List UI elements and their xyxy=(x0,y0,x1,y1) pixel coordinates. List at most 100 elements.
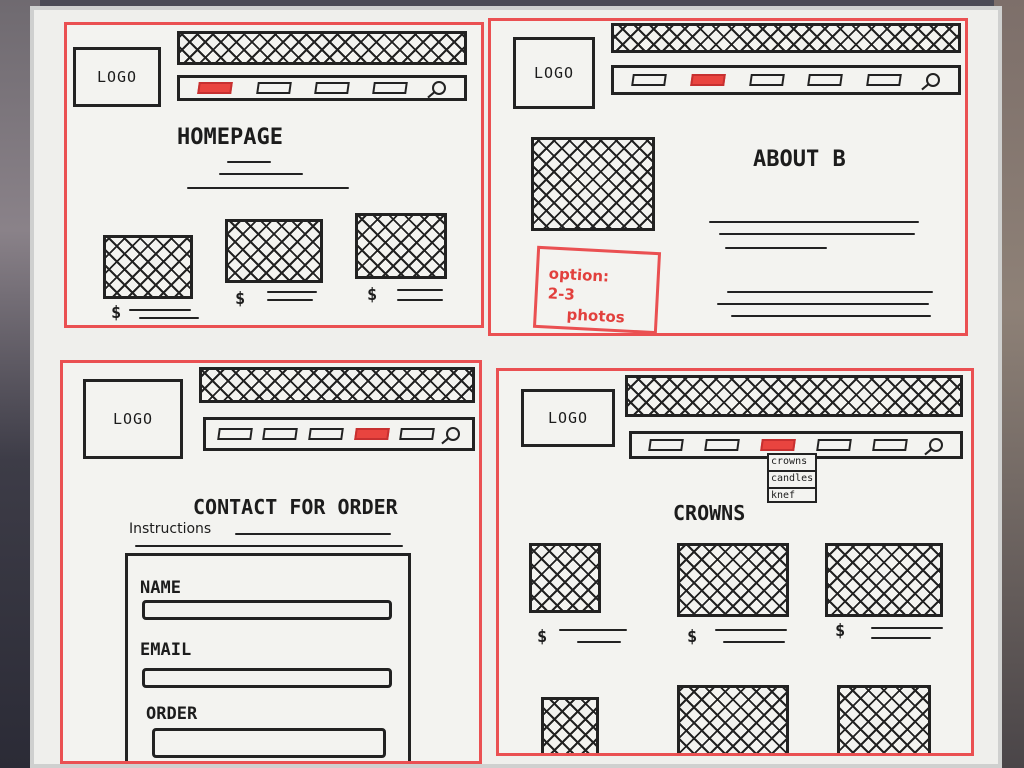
order-label: ORDER xyxy=(146,704,198,724)
banner-image-placeholder xyxy=(611,23,961,53)
nav-tab-2[interactable] xyxy=(255,82,292,94)
nav-tab-1[interactable] xyxy=(216,428,253,440)
product-image-placeholder[interactable] xyxy=(837,685,931,753)
dropdown-item-crowns[interactable]: crowns xyxy=(769,455,815,472)
text-line xyxy=(871,637,931,639)
text-line xyxy=(397,289,443,291)
nav-tab-1[interactable] xyxy=(631,74,668,86)
text-line xyxy=(727,291,933,293)
shop-dropdown-menu: crowns candles knef xyxy=(767,453,817,503)
nav-tab-1[interactable] xyxy=(648,439,684,451)
text-line xyxy=(187,187,349,189)
logo-text: LOGO xyxy=(112,410,154,428)
nav-tab-5[interactable] xyxy=(399,428,436,440)
name-field[interactable] xyxy=(142,600,392,620)
product-image-placeholder[interactable] xyxy=(225,219,323,283)
email-field[interactable] xyxy=(142,668,392,688)
nav-tab-shop[interactable] xyxy=(760,439,796,451)
nav-tab-about[interactable] xyxy=(690,74,726,86)
nav-bar xyxy=(203,417,475,451)
name-label: NAME xyxy=(140,578,181,598)
product-price: $ xyxy=(111,303,122,323)
page-title: CONTACT FOR ORDER xyxy=(193,495,398,519)
whiteboard: LOGO HOMEPAGE $ $ $ LOGO ABOUT B option:… xyxy=(30,6,1002,768)
about-panel: LOGO ABOUT B option: 2-3 photos xyxy=(488,18,968,336)
text-line xyxy=(129,309,191,311)
banner-image-placeholder xyxy=(625,375,963,417)
nav-tab-3[interactable] xyxy=(748,74,785,86)
search-icon[interactable] xyxy=(929,438,943,452)
order-form: NAME EMAIL ORDER xyxy=(125,553,411,761)
nav-tab-5[interactable] xyxy=(872,439,908,451)
text-line xyxy=(267,291,317,293)
note-line: photos xyxy=(566,305,626,327)
logo-text: LOGO xyxy=(96,68,138,86)
text-line xyxy=(559,629,627,631)
text-line xyxy=(135,545,403,547)
page-title: CROWNS xyxy=(673,501,746,525)
search-icon[interactable] xyxy=(925,73,940,87)
product-price: $ xyxy=(537,627,548,647)
page-title: HOMEPAGE xyxy=(177,125,283,150)
product-price: $ xyxy=(687,627,698,647)
nav-tab-4[interactable] xyxy=(807,74,844,86)
page-title: ABOUT B xyxy=(753,147,846,172)
about-image-placeholder xyxy=(531,137,655,231)
logo-placeholder[interactable]: LOGO xyxy=(83,379,183,459)
text-line xyxy=(723,641,785,643)
product-image-placeholder[interactable] xyxy=(355,213,447,279)
text-line xyxy=(709,221,919,223)
text-line xyxy=(227,161,271,163)
product-image-placeholder[interactable] xyxy=(103,235,193,299)
nav-tab-4[interactable] xyxy=(372,82,409,94)
design-note: option: 2-3 photos xyxy=(532,245,662,333)
text-line xyxy=(715,629,787,631)
text-line xyxy=(577,641,621,643)
search-icon[interactable] xyxy=(431,81,446,95)
search-icon[interactable] xyxy=(446,427,461,441)
dropdown-item-3[interactable]: knef xyxy=(769,489,815,504)
contact-panel: LOGO CONTACT FOR ORDER Instructions NAME… xyxy=(60,360,482,764)
logo-placeholder[interactable]: LOGO xyxy=(521,389,615,447)
nav-tab-contact[interactable] xyxy=(353,428,390,440)
homepage-panel: LOGO HOMEPAGE $ $ $ xyxy=(64,22,484,328)
nav-tab-5[interactable] xyxy=(866,74,902,86)
text-line xyxy=(397,299,443,301)
banner-image-placeholder xyxy=(177,31,467,65)
banner-image-placeholder xyxy=(199,367,475,403)
dropdown-item-candles[interactable]: candles xyxy=(769,472,815,489)
instructions-label: Instructions xyxy=(129,521,212,537)
crowns-panel: LOGO crowns candles knef CROWNS $ $ $ xyxy=(496,368,974,756)
nav-tab-home[interactable] xyxy=(197,82,234,94)
nav-tab-2[interactable] xyxy=(704,439,740,451)
product-image-placeholder[interactable] xyxy=(541,697,599,753)
logo-placeholder[interactable]: LOGO xyxy=(513,37,595,109)
product-image-placeholder[interactable] xyxy=(825,543,943,617)
text-line xyxy=(717,303,929,305)
nav-tab-4[interactable] xyxy=(816,439,852,451)
text-line xyxy=(235,533,391,535)
product-image-placeholder[interactable] xyxy=(677,543,789,617)
product-price: $ xyxy=(235,289,246,309)
nav-tab-3[interactable] xyxy=(308,428,344,440)
product-image-placeholder[interactable] xyxy=(529,543,601,613)
text-line xyxy=(267,299,313,301)
product-image-placeholder[interactable] xyxy=(677,685,789,753)
nav-bar xyxy=(177,75,467,101)
text-line xyxy=(871,627,943,629)
logo-text: LOGO xyxy=(533,64,575,82)
email-label: EMAIL xyxy=(140,640,192,660)
text-line xyxy=(719,233,915,235)
logo-placeholder[interactable]: LOGO xyxy=(73,47,161,107)
order-field[interactable] xyxy=(152,728,386,758)
text-line xyxy=(219,173,303,175)
nav-bar xyxy=(611,65,961,95)
nav-tab-3[interactable] xyxy=(314,82,350,94)
text-line xyxy=(139,317,199,319)
nav-tab-2[interactable] xyxy=(262,428,299,440)
logo-text: LOGO xyxy=(547,409,589,427)
text-line xyxy=(725,247,827,249)
text-line xyxy=(731,315,931,317)
product-price: $ xyxy=(367,285,378,305)
product-price: $ xyxy=(835,621,846,641)
